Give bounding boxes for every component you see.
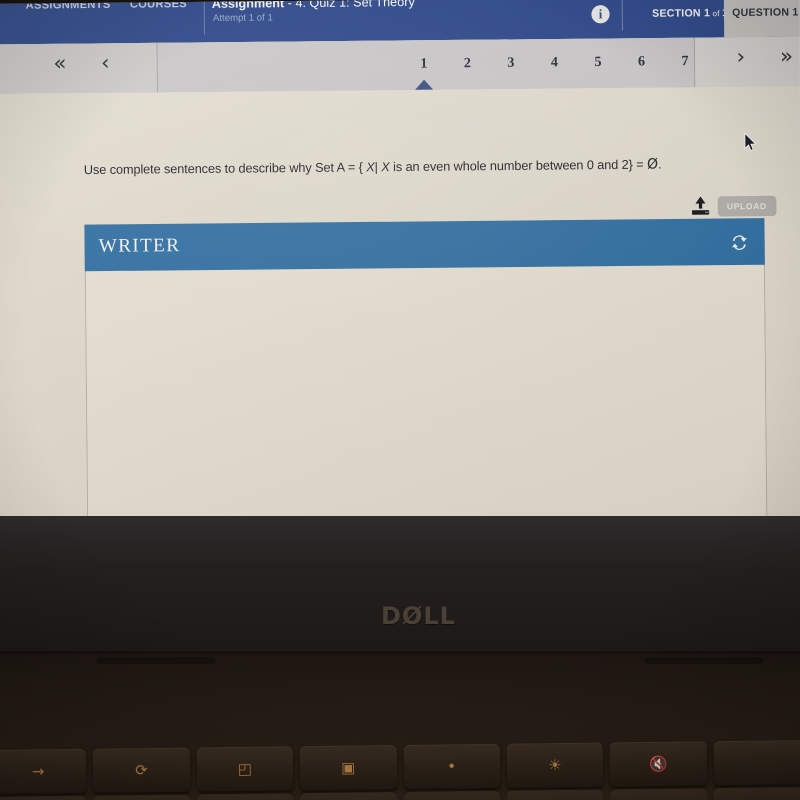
header-divider-2: [621, 0, 623, 31]
upload-button[interactable]: UPLOAD: [717, 195, 777, 217]
assignment-title: Assignment - 4. Quiz 1: Set Theory: [212, 0, 415, 11]
question-label: QUESTION 1: [732, 6, 799, 20]
laptop-display: ASSIGNMENTS COURSES Assignment - 4. Quiz…: [0, 0, 800, 531]
pager-page-5[interactable]: 5: [588, 55, 608, 71]
key[interactable]: [196, 793, 294, 800]
pager-page-2[interactable]: 2: [457, 56, 477, 72]
section-of: of: [710, 9, 723, 19]
nav-assignments[interactable]: ASSIGNMENTS: [26, 0, 111, 12]
volume-down-key[interactable]: [713, 739, 800, 786]
key[interactable]: [93, 794, 190, 800]
dell-logo: DØLL: [381, 602, 456, 630]
pager-left-group: « ‹: [0, 42, 158, 95]
question-period: .: [657, 157, 662, 172]
forward-key[interactable]: →: [0, 748, 87, 795]
question-middle: is an even whole number between 0 and 2}…: [389, 157, 648, 175]
speaker-grille-left: [96, 657, 216, 664]
key[interactable]: [403, 790, 500, 800]
page-body: Use complete sentences to describe why S…: [0, 86, 800, 531]
attempt-label: Attempt 1 of 1: [212, 12, 273, 25]
first-page-icon[interactable]: «: [53, 51, 66, 75]
empty-set-symbol: Ø: [646, 156, 659, 173]
writer-header: WRITER: [84, 218, 765, 272]
pager-number-group: 1 2 3 4 5 6 7: [157, 37, 696, 93]
question-prompt: Use complete sentences to describe why S…: [84, 156, 662, 178]
pager-page-4[interactable]: 4: [544, 55, 564, 71]
brightness-up-key[interactable]: ☀: [506, 742, 604, 788]
fullscreen-key[interactable]: ◰: [196, 746, 294, 792]
browser-viewport: ASSIGNMENTS COURSES Assignment - 4. Quiz…: [0, 0, 800, 531]
header-divider: [203, 0, 206, 35]
writer-title: WRITER: [98, 234, 181, 257]
question-prefix: Use complete sentences to describe why S…: [83, 160, 367, 178]
pager-page-3[interactable]: 3: [501, 56, 521, 72]
section-label: SECTION 1: [652, 7, 711, 20]
info-icon[interactable]: i: [591, 5, 610, 24]
prev-page-icon[interactable]: ‹: [101, 50, 110, 74]
brightness-down-key[interactable]: •: [403, 743, 501, 789]
pager-page-1[interactable]: 1: [414, 56, 434, 72]
writer-panel: WRITER: [84, 218, 768, 531]
question-indicator-tab: QUESTION 1 o: [723, 0, 800, 38]
active-page-caret: [414, 79, 434, 90]
next-page-icon[interactable]: ›: [736, 44, 745, 68]
pager-right-group: › »: [694, 36, 800, 88]
upload-arrow-icon[interactable]: [689, 194, 711, 216]
key[interactable]: [0, 795, 87, 800]
speaker-grille-right: [644, 657, 764, 664]
overview-key[interactable]: ▣: [299, 745, 397, 791]
mouse-pointer: [743, 132, 757, 152]
pager-page-6[interactable]: 6: [631, 54, 651, 70]
key[interactable]: [506, 789, 604, 800]
section-indicator: SECTION 1 of 1: [652, 7, 728, 20]
photo-of-laptop-screen: ASSIGNMENTS COURSES Assignment - 4. Quiz…: [0, 0, 800, 800]
sync-refresh-icon[interactable]: [728, 231, 750, 253]
laptop-bottom-bezel: [0, 516, 800, 651]
key[interactable]: [713, 786, 800, 800]
pager-page-7[interactable]: 7: [675, 54, 695, 70]
reload-key[interactable]: ⟳: [93, 747, 190, 793]
last-page-icon[interactable]: »: [780, 44, 793, 68]
question-indicator: QUESTION 1 o: [732, 6, 800, 19]
assignment-name: - 4. Quiz 1: Set Theory: [284, 0, 415, 11]
writer-textarea[interactable]: [85, 265, 767, 531]
assignment-label: Assignment: [211, 0, 285, 11]
question-pager: « ‹ 1 2 3 4 5 6 7 › »: [0, 36, 800, 95]
key[interactable]: [610, 788, 707, 800]
key[interactable]: [300, 792, 397, 800]
mute-key[interactable]: 🔇: [609, 741, 707, 787]
nav-courses[interactable]: COURSES: [130, 0, 187, 11]
